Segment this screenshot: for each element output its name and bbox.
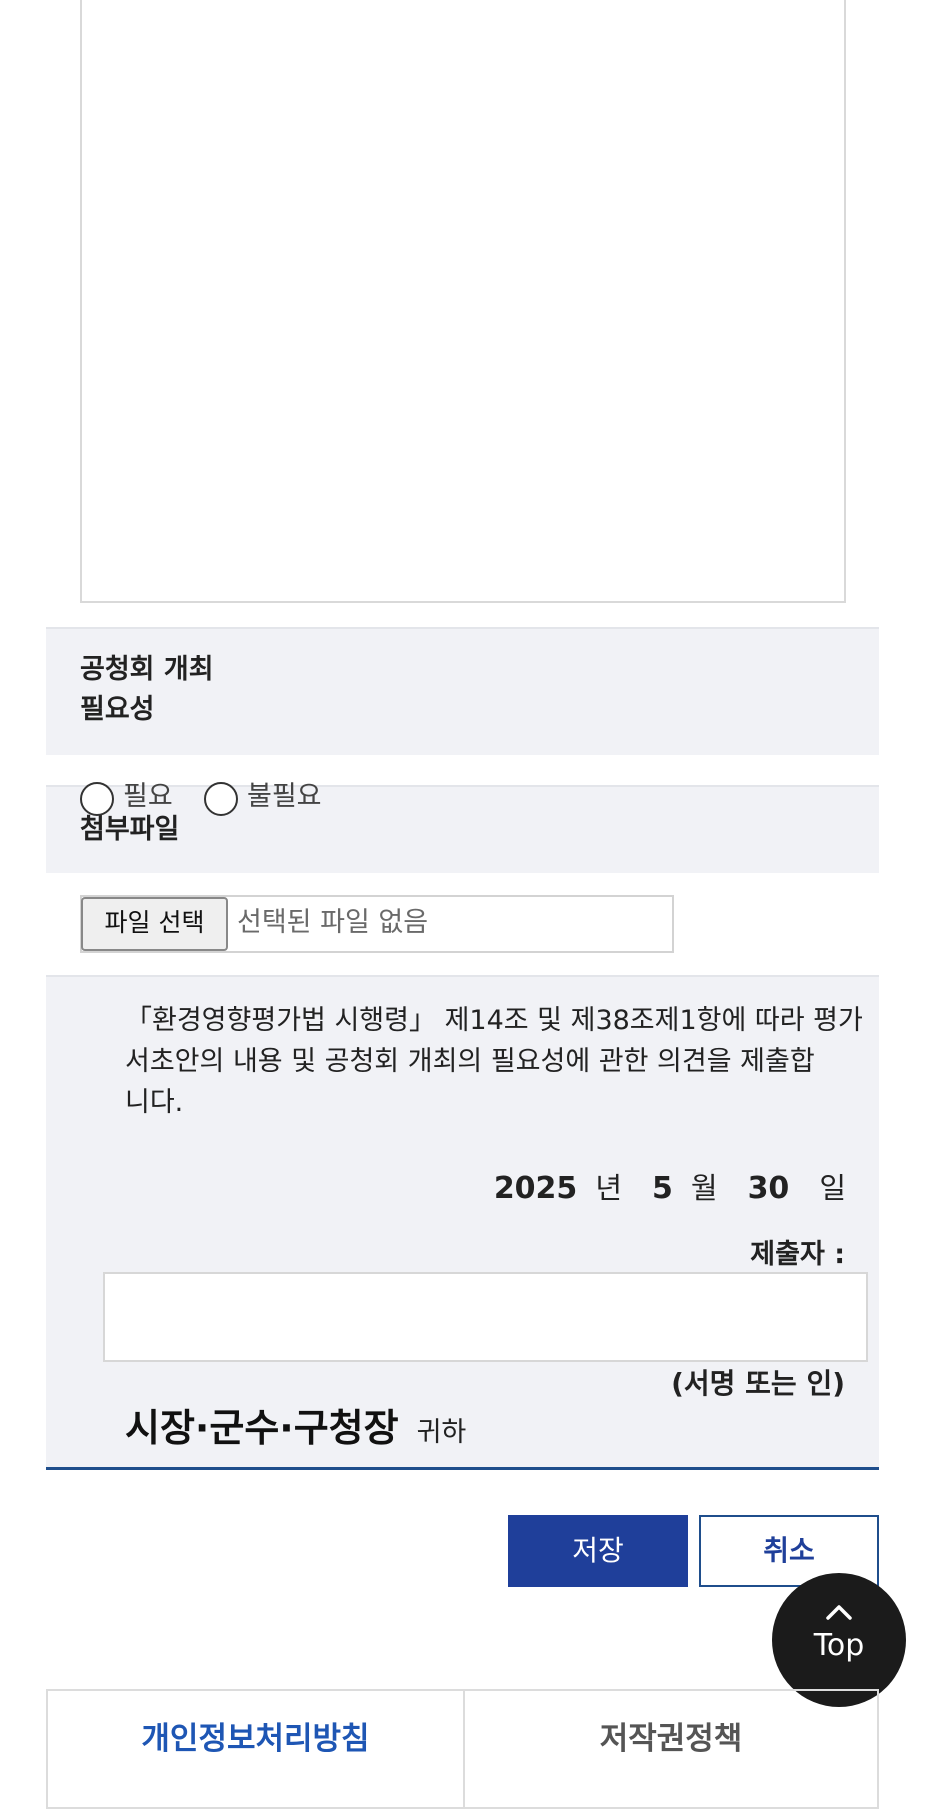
date-row: 2025 년 5 월 30 일 [494,1165,846,1207]
attachment-label: 첨부파일 [80,814,180,845]
footer-copyright-policy-link[interactable]: 저작권정책 [463,1689,879,1809]
declaration-line3: 니다. [125,1087,184,1118]
chevron-up-icon [826,1605,852,1620]
declaration-line1: 「환경영향평가법 시행령」 제14조 및 제38조제1항에 따라 평가 [125,1005,863,1036]
public-hearing-label-bar [46,627,879,755]
date-day: 30 [747,1171,790,1206]
public-hearing-label-line2: 필요성 [80,694,155,725]
date-month: 5 [652,1171,673,1206]
radio-needed[interactable] [80,782,114,816]
submitter-label: 제출자 : [750,1239,845,1270]
date-year: 2025 [493,1171,578,1206]
scroll-top-label: Top [813,1628,865,1663]
scroll-top-button[interactable]: Top [772,1573,906,1707]
recipient-row: 시장·군수·구청장 귀하 [125,1397,466,1452]
footer-privacy-policy-link[interactable]: 개인정보처리방침 [46,1689,465,1809]
radio-not-needed-label: 불필요 [247,781,322,812]
radio-needed-label: 필요 [123,781,173,812]
declaration-line2: 서초안의 내용 및 공청회 개최의 필요성에 관한 의견을 제출합 [125,1046,815,1077]
save-button[interactable]: 저장 [508,1515,688,1587]
file-select-button[interactable]: 파일 선택 [81,897,228,951]
date-year-unit: 년 [595,1171,622,1205]
date-month-unit: 월 [690,1171,718,1205]
recipient-suffix: 귀하 [416,1417,467,1448]
recipient-title: 시장·군수·구청장 [125,1406,399,1450]
file-status-text: 선택된 파일 없음 [237,907,429,938]
submitter-input[interactable] [103,1272,868,1362]
signature-note: (서명 또는 인) [671,1367,845,1400]
public-hearing-label-line1: 공청회 개최 [80,654,214,685]
radio-not-needed[interactable] [204,782,238,816]
date-day-unit: 일 [819,1171,846,1205]
opinion-textarea[interactable] [80,0,846,603]
